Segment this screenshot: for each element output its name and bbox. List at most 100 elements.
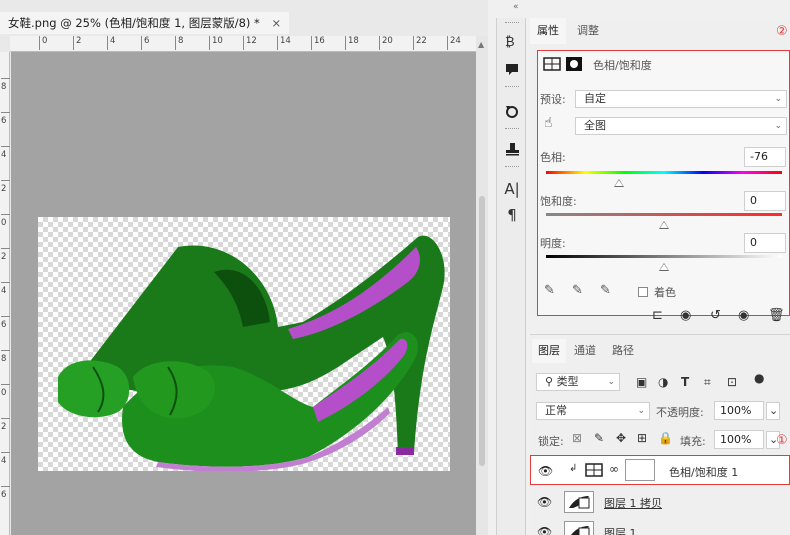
collapse-panels-icon[interactable]: « [513,2,519,12]
saturation-track[interactable] [546,213,782,216]
layer-name[interactable]: 色相/饱和度 1 [669,464,738,480]
paragraph-icon[interactable]: ¶ [501,204,523,226]
ruler-tick-label: 2 [72,36,82,50]
saturation-slider-thumb[interactable] [659,221,669,229]
rotate-icon[interactable] [501,100,523,122]
filter-toggle-icon[interactable]: ● [754,371,764,385]
fill-input[interactable]: 100% [714,430,764,449]
clip-to-layer-icon[interactable]: ⊏ [652,308,663,323]
eye-icon[interactable]: 👁 [538,464,553,478]
layer-thumbnail[interactable] [564,491,594,513]
ruler-tick-label: 0 [38,36,48,50]
targeted-adjust-hand-icon[interactable]: ☝ [544,115,553,131]
blend-mode-select[interactable]: 正常 ⌄ [536,402,650,420]
reset-icon[interactable]: ↺ [710,308,721,323]
preset-select[interactable]: 自定 ⌄ [575,90,787,108]
tool-grip[interactable] [505,22,519,24]
properties-actions: ⊏ ◉ ↺ ◉ 🗑 [530,306,790,332]
hue-input[interactable]: -76 [744,147,786,167]
opacity-dropdown[interactable]: ⌄ [766,402,780,420]
search-icon: ⚲ [545,375,557,388]
filter-shape-icon[interactable]: ⌗ [704,375,711,390]
ruler-tick-label: 6 [1,486,10,500]
marker-2: ② [776,24,788,39]
ruler-tick-label: 12 [243,36,257,50]
lock-artboard-icon[interactable]: ⊞ [637,431,647,445]
ruler-tick-label: 4 [1,452,10,466]
document-scrollbar[interactable]: ▲ [476,36,488,535]
layer-name[interactable]: 图层 1 拷贝 [604,495,662,511]
scroll-up-icon[interactable]: ▲ [478,40,484,49]
layer-row-hue-saturation[interactable]: 👁 ↲ ∞ 色相/饱和度 1 [530,455,790,485]
layer-filter-select[interactable]: ⚲ 类型 ⌄ [536,373,620,391]
comment-icon[interactable] [501,58,523,80]
document-image[interactable] [38,217,450,471]
svg-text:₿: ₿ [505,35,515,49]
adjustment-layer-icon[interactable] [543,57,561,74]
lock-transparent-icon[interactable]: ⊠ [572,431,582,445]
layer-name[interactable]: 图层 1 [604,525,637,535]
tab-paths[interactable]: 路径 [606,339,640,363]
hue-track[interactable] [546,171,782,174]
tab-properties[interactable]: 属性 [530,18,566,44]
link-icon[interactable]: ∞ [609,462,619,476]
chevron-down-icon: ⌄ [774,94,782,104]
view-previous-state-icon[interactable]: ◉ [680,308,691,323]
lock-all-icon[interactable]: 🔒 [658,431,673,445]
hue-slider-thumb[interactable] [614,179,625,187]
eye-icon[interactable]: 👁 [537,525,552,535]
tool-grip[interactable] [505,86,519,88]
tool-grip[interactable] [505,128,519,130]
close-icon[interactable]: × [271,16,281,30]
filter-type-icon[interactable]: T [681,375,689,389]
document-tab-title: 女鞋.png @ 25% (色相/饱和度 1, 图层蒙版/8) * [8,16,260,30]
clip-arrow-icon: ↲ [569,463,578,474]
stamp-icon[interactable] [501,138,523,160]
tab-channels[interactable]: 通道 [568,339,602,363]
horizontal-ruler: 0 2 4 6 8 10 12 14 16 18 20 22 24 [10,36,476,52]
visibility-icon[interactable]: ◉ [738,308,749,323]
filter-pixel-icon[interactable]: ▣ [636,375,647,389]
ruler-tick-label: 20 [379,36,393,50]
opacity-input[interactable]: 100% [714,401,764,420]
tab-adjustments[interactable]: 调整 [570,18,606,44]
saturation-input[interactable]: 0 [744,191,786,211]
text-icon[interactable]: A| [501,178,523,200]
ruler-tick-label: 4 [106,36,116,50]
lock-move-icon[interactable]: ✥ [616,431,626,445]
layer-row-copy[interactable]: 👁 图层 1 拷贝 [530,487,790,517]
colorize-checkbox[interactable] [638,287,648,297]
document-tab[interactable]: 女鞋.png @ 25% (色相/饱和度 1, 图层蒙版/8) * × [0,12,290,34]
eyedropper-plus-icon[interactable]: ✎ [572,283,583,298]
layer-mask-thumbnail[interactable] [625,459,655,481]
history-icon[interactable]: ₿ [501,30,523,52]
properties-panel: 属性 调整 ② 色相/饱和度 预设: 自定 ⌄ ☝ 全图 ⌄ 色相: -76 饱… [530,18,790,316]
filter-smart-object-icon[interactable]: ⊡ [727,375,737,389]
tab-layers[interactable]: 图层 [532,339,566,363]
tool-grip[interactable] [505,166,519,168]
channel-value: 全图 [584,119,606,132]
mask-icon[interactable] [566,57,582,74]
chevron-down-icon: ⌄ [774,121,782,131]
opacity-label: 不透明度: [656,406,704,419]
scrollbar-thumb[interactable] [479,196,485,466]
fill-label: 填充: [680,435,706,448]
lightness-track[interactable] [546,255,782,258]
layer-thumbnail[interactable] [564,521,594,535]
ruler-tick-label: 6 [140,36,150,50]
layer-row-layer-1[interactable]: 👁 图层 1 [530,517,790,535]
delete-icon[interactable]: 🗑 [768,308,785,323]
eyedropper-minus-icon[interactable]: ✎ [600,283,611,298]
lightness-slider-thumb[interactable] [659,263,669,271]
eyedropper-icon[interactable]: ✎ [544,283,555,298]
channel-select[interactable]: 全图 ⌄ [575,117,787,135]
ruler-tick-label: 16 [311,36,325,50]
ruler-tick-label: 8 [1,78,10,92]
chevron-down-icon: ⌄ [607,377,615,387]
lightness-input[interactable]: 0 [744,233,786,253]
lock-paint-icon[interactable]: ✎ [594,431,604,445]
filter-adjustment-icon[interactable]: ◑ [658,375,668,389]
ruler-tick-label: 6 [1,112,10,126]
adjustment-layer-icon [585,463,603,480]
eye-icon[interactable]: 👁 [537,495,552,509]
